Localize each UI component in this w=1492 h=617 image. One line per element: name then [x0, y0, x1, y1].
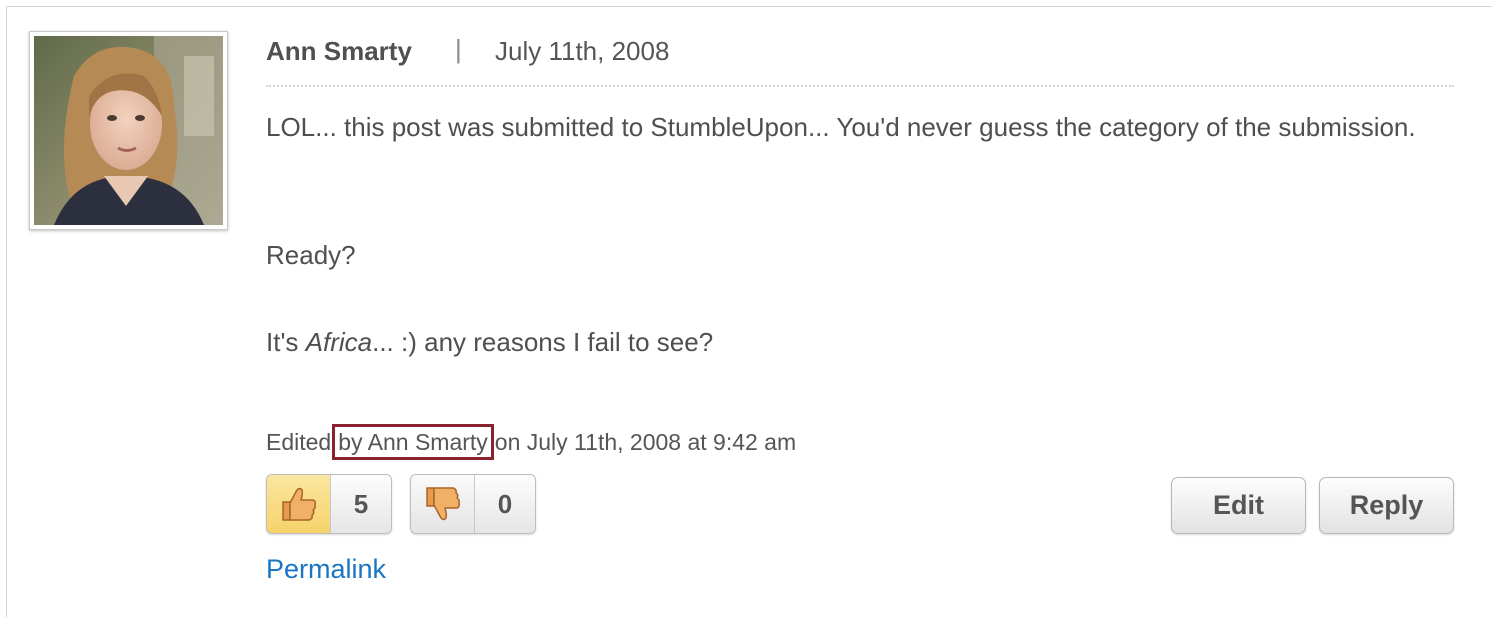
- edited-prefix: Edited: [266, 429, 332, 455]
- downvote-button[interactable]: 0: [410, 474, 536, 534]
- downvote-icon-cell[interactable]: [411, 475, 475, 533]
- avatar-photo: [34, 36, 223, 225]
- edited-by-highlight: by Ann Smarty: [332, 424, 494, 460]
- author-name[interactable]: Ann Smarty: [266, 36, 412, 67]
- comment-paragraph-1: LOL... this post was submitted to Stumbl…: [266, 112, 1416, 142]
- edited-note: Edited by Ann Smarty on July 11th, 2008 at…: [266, 424, 796, 460]
- paragraph-3-lead: It's: [266, 327, 306, 357]
- thumbs-up-icon: [281, 487, 316, 521]
- comment-paragraph-3: It's Africa... :) any reasons I fail to …: [266, 321, 1446, 364]
- comment-date: July 11th, 2008: [495, 36, 670, 66]
- upvote-button[interactable]: 5: [266, 474, 392, 534]
- reply-button[interactable]: Reply: [1319, 477, 1454, 534]
- divider: [266, 85, 1454, 87]
- avatar[interactable]: [29, 31, 228, 230]
- edit-button[interactable]: Edit: [1171, 477, 1306, 534]
- upvote-count: 5: [331, 475, 391, 533]
- edited-suffix: on July 11th, 2008 at 9:42 am: [494, 429, 797, 455]
- downvote-count: 0: [475, 475, 535, 533]
- meta-separator: |: [455, 34, 462, 64]
- paragraph-3-italic: Africa: [305, 327, 373, 357]
- permalink-link[interactable]: Permalink: [266, 554, 386, 585]
- paragraph-3-tail: ... :) any reasons I fail to see?: [372, 327, 714, 357]
- comment-paragraph-2: Ready?: [266, 240, 356, 270]
- thumbs-down-icon: [425, 487, 460, 521]
- upvote-icon-cell[interactable]: [267, 475, 331, 533]
